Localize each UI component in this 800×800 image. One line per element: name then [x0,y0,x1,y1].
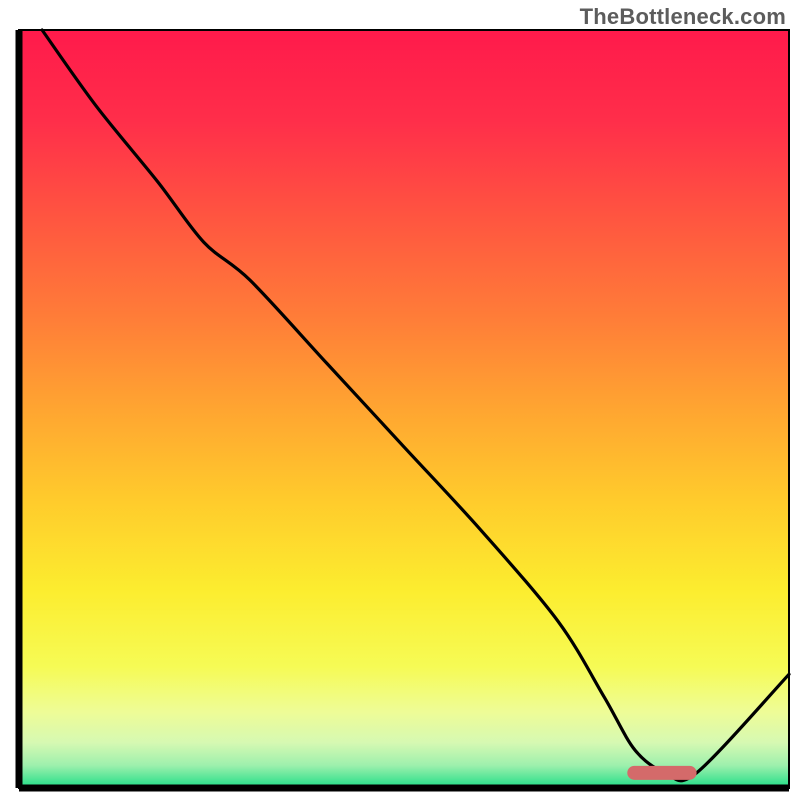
bottleneck-chart: TheBottleneck.com [0,0,800,800]
gradient-background [19,30,789,788]
optimal-range-marker [627,766,696,780]
watermark-text: TheBottleneck.com [580,4,786,30]
chart-canvas [0,0,800,800]
